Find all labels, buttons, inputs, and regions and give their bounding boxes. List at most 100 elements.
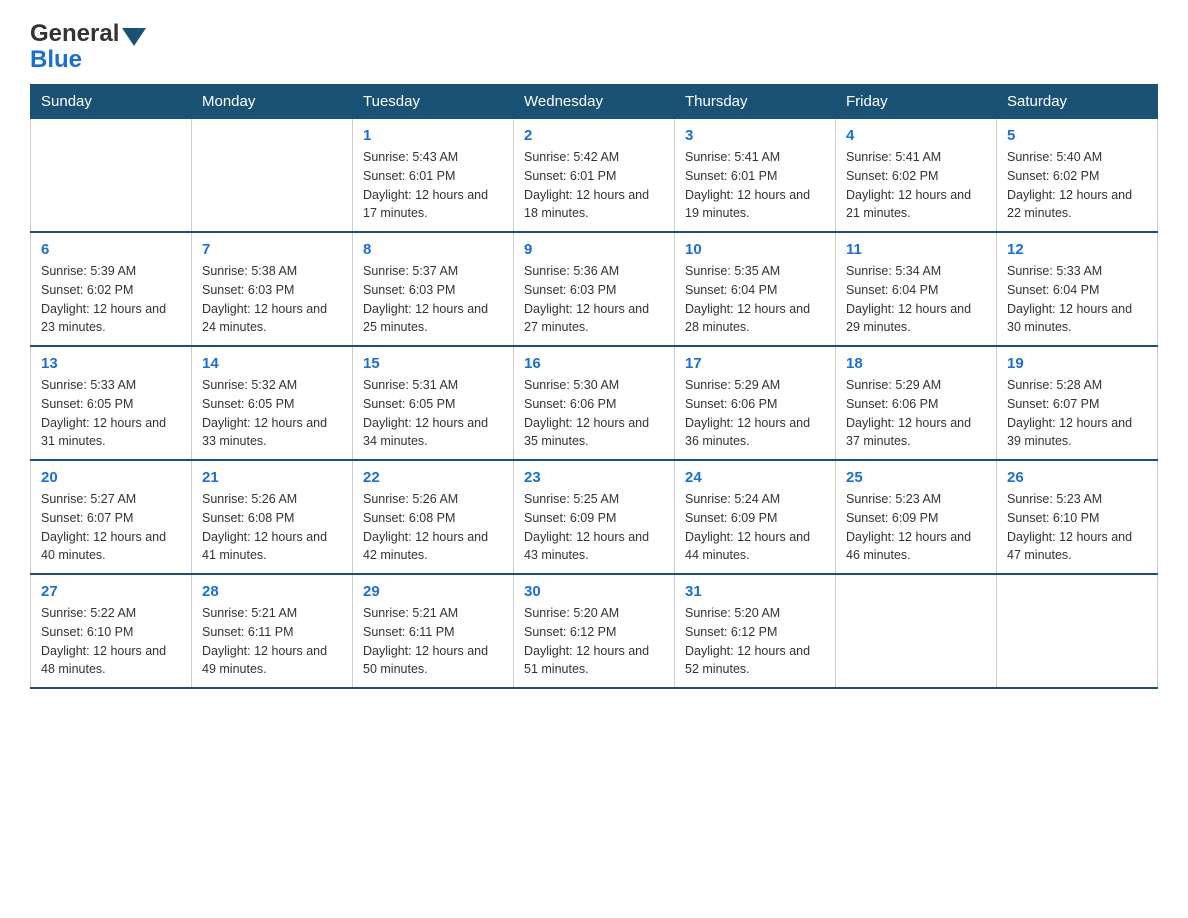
page-header: General Blue xyxy=(30,20,1158,74)
calendar-cell: 31 Sunrise: 5:20 AMSunset: 6:12 PMDayligh… xyxy=(675,574,836,688)
calendar-cell xyxy=(997,574,1158,688)
day-number: 3 xyxy=(685,127,825,144)
day-info: Sunrise: 5:20 AMSunset: 6:12 PMDaylight:… xyxy=(524,604,664,679)
day-info: Sunrise: 5:41 AMSunset: 6:01 PMDaylight:… xyxy=(685,148,825,223)
calendar-week-row: 6 Sunrise: 5:39 AMSunset: 6:02 PMDaylight… xyxy=(31,232,1158,346)
day-info: Sunrise: 5:25 AMSunset: 6:09 PMDaylight:… xyxy=(524,490,664,565)
day-number: 6 xyxy=(41,241,181,258)
calendar-cell: 30 Sunrise: 5:20 AMSunset: 6:12 PMDayligh… xyxy=(514,574,675,688)
calendar-cell: 23 Sunrise: 5:25 AMSunset: 6:09 PMDayligh… xyxy=(514,460,675,574)
logo-triangle-icon xyxy=(122,28,146,46)
calendar-cell: 2 Sunrise: 5:42 AMSunset: 6:01 PMDaylight… xyxy=(514,119,675,233)
calendar-cell: 13Sunrise: 5:33 AMSunset: 6:05 PMDayligh… xyxy=(31,346,192,460)
day-number: 25 xyxy=(846,469,986,486)
day-number: 7 xyxy=(202,241,342,258)
calendar-cell: 21Sunrise: 5:26 AMSunset: 6:08 PMDayligh… xyxy=(192,460,353,574)
day-info: Sunrise: 5:23 AMSunset: 6:10 PMDaylight:… xyxy=(1007,490,1147,565)
logo: General Blue xyxy=(30,20,149,74)
calendar-cell: 8 Sunrise: 5:37 AMSunset: 6:03 PMDaylight… xyxy=(353,232,514,346)
calendar-cell xyxy=(836,574,997,688)
day-info: Sunrise: 5:37 AMSunset: 6:03 PMDaylight:… xyxy=(363,262,503,337)
day-info: Sunrise: 5:26 AMSunset: 6:08 PMDaylight:… xyxy=(363,490,503,565)
day-number: 13 xyxy=(41,355,181,372)
calendar-table: SundayMondayTuesdayWednesdayThursdayFrid… xyxy=(30,84,1158,689)
calendar-cell: 22Sunrise: 5:26 AMSunset: 6:08 PMDayligh… xyxy=(353,460,514,574)
day-info: Sunrise: 5:29 AMSunset: 6:06 PMDaylight:… xyxy=(685,376,825,451)
calendar-week-row: 20Sunrise: 5:27 AMSunset: 6:07 PMDayligh… xyxy=(31,460,1158,574)
day-info: Sunrise: 5:28 AMSunset: 6:07 PMDaylight:… xyxy=(1007,376,1147,451)
day-number: 10 xyxy=(685,241,825,258)
calendar-cell: 12 Sunrise: 5:33 AMSunset: 6:04 PMDayligh… xyxy=(997,232,1158,346)
day-number: 2 xyxy=(524,127,664,144)
day-info: Sunrise: 5:20 AMSunset: 6:12 PMDaylight:… xyxy=(685,604,825,679)
calendar-cell: 14Sunrise: 5:32 AMSunset: 6:05 PMDayligh… xyxy=(192,346,353,460)
day-number: 18 xyxy=(846,355,986,372)
day-number: 14 xyxy=(202,355,342,372)
day-number: 5 xyxy=(1007,127,1147,144)
calendar-cell: 27 Sunrise: 5:22 AMSunset: 6:10 PMDayligh… xyxy=(31,574,192,688)
day-info: Sunrise: 5:38 AMSunset: 6:03 PMDaylight:… xyxy=(202,262,342,337)
day-info: Sunrise: 5:23 AMSunset: 6:09 PMDaylight:… xyxy=(846,490,986,565)
day-number: 29 xyxy=(363,583,503,600)
calendar-header-row: SundayMondayTuesdayWednesdayThursdayFrid… xyxy=(31,85,1158,119)
day-info: Sunrise: 5:29 AMSunset: 6:06 PMDaylight:… xyxy=(846,376,986,451)
day-number: 11 xyxy=(846,241,986,258)
day-number: 27 xyxy=(41,583,181,600)
day-number: 8 xyxy=(363,241,503,258)
day-info: Sunrise: 5:31 AMSunset: 6:05 PMDaylight:… xyxy=(363,376,503,451)
calendar-header-sunday: Sunday xyxy=(31,85,192,119)
day-number: 21 xyxy=(202,469,342,486)
day-info: Sunrise: 5:40 AMSunset: 6:02 PMDaylight:… xyxy=(1007,148,1147,223)
calendar-week-row: 13Sunrise: 5:33 AMSunset: 6:05 PMDayligh… xyxy=(31,346,1158,460)
calendar-cell: 7 Sunrise: 5:38 AMSunset: 6:03 PMDaylight… xyxy=(192,232,353,346)
calendar-week-row: 27 Sunrise: 5:22 AMSunset: 6:10 PMDayligh… xyxy=(31,574,1158,688)
calendar-header-friday: Friday xyxy=(836,85,997,119)
calendar-header-tuesday: Tuesday xyxy=(353,85,514,119)
day-info: Sunrise: 5:33 AMSunset: 6:04 PMDaylight:… xyxy=(1007,262,1147,337)
calendar-cell: 28 Sunrise: 5:21 AMSunset: 6:11 PMDayligh… xyxy=(192,574,353,688)
day-number: 4 xyxy=(846,127,986,144)
calendar-cell: 29 Sunrise: 5:21 AMSunset: 6:11 PMDayligh… xyxy=(353,574,514,688)
day-info: Sunrise: 5:35 AMSunset: 6:04 PMDaylight:… xyxy=(685,262,825,337)
day-number: 12 xyxy=(1007,241,1147,258)
calendar-cell: 1 Sunrise: 5:43 AMSunset: 6:01 PMDaylight… xyxy=(353,119,514,233)
day-number: 24 xyxy=(685,469,825,486)
day-info: Sunrise: 5:41 AMSunset: 6:02 PMDaylight:… xyxy=(846,148,986,223)
day-info: Sunrise: 5:21 AMSunset: 6:11 PMDaylight:… xyxy=(363,604,503,679)
calendar-header-saturday: Saturday xyxy=(997,85,1158,119)
calendar-cell: 20Sunrise: 5:27 AMSunset: 6:07 PMDayligh… xyxy=(31,460,192,574)
day-number: 9 xyxy=(524,241,664,258)
day-info: Sunrise: 5:30 AMSunset: 6:06 PMDaylight:… xyxy=(524,376,664,451)
calendar-cell: 11 Sunrise: 5:34 AMSunset: 6:04 PMDayligh… xyxy=(836,232,997,346)
day-info: Sunrise: 5:22 AMSunset: 6:10 PMDaylight:… xyxy=(41,604,181,679)
day-number: 15 xyxy=(363,355,503,372)
calendar-week-row: 1 Sunrise: 5:43 AMSunset: 6:01 PMDaylight… xyxy=(31,119,1158,233)
day-info: Sunrise: 5:34 AMSunset: 6:04 PMDaylight:… xyxy=(846,262,986,337)
day-info: Sunrise: 5:39 AMSunset: 6:02 PMDaylight:… xyxy=(41,262,181,337)
calendar-cell: 16 Sunrise: 5:30 AMSunset: 6:06 PMDayligh… xyxy=(514,346,675,460)
calendar-cell: 6 Sunrise: 5:39 AMSunset: 6:02 PMDaylight… xyxy=(31,232,192,346)
day-number: 1 xyxy=(363,127,503,144)
day-number: 28 xyxy=(202,583,342,600)
logo-general-text: General xyxy=(30,20,119,48)
calendar-header-thursday: Thursday xyxy=(675,85,836,119)
calendar-cell: 19 Sunrise: 5:28 AMSunset: 6:07 PMDayligh… xyxy=(997,346,1158,460)
day-number: 17 xyxy=(685,355,825,372)
day-number: 30 xyxy=(524,583,664,600)
day-info: Sunrise: 5:27 AMSunset: 6:07 PMDaylight:… xyxy=(41,490,181,565)
day-number: 31 xyxy=(685,583,825,600)
calendar-cell: 9Sunrise: 5:36 AMSunset: 6:03 PMDaylight… xyxy=(514,232,675,346)
day-number: 19 xyxy=(1007,355,1147,372)
calendar-cell: 5 Sunrise: 5:40 AMSunset: 6:02 PMDaylight… xyxy=(997,119,1158,233)
calendar-cell: 18 Sunrise: 5:29 AMSunset: 6:06 PMDayligh… xyxy=(836,346,997,460)
calendar-cell: 4 Sunrise: 5:41 AMSunset: 6:02 PMDaylight… xyxy=(836,119,997,233)
day-number: 16 xyxy=(524,355,664,372)
day-info: Sunrise: 5:43 AMSunset: 6:01 PMDaylight:… xyxy=(363,148,503,223)
day-number: 23 xyxy=(524,469,664,486)
day-info: Sunrise: 5:42 AMSunset: 6:01 PMDaylight:… xyxy=(524,148,664,223)
calendar-cell: 25 Sunrise: 5:23 AMSunset: 6:09 PMDayligh… xyxy=(836,460,997,574)
day-info: Sunrise: 5:21 AMSunset: 6:11 PMDaylight:… xyxy=(202,604,342,679)
calendar-header-wednesday: Wednesday xyxy=(514,85,675,119)
calendar-cell: 26Sunrise: 5:23 AMSunset: 6:10 PMDayligh… xyxy=(997,460,1158,574)
calendar-cell: 10 Sunrise: 5:35 AMSunset: 6:04 PMDayligh… xyxy=(675,232,836,346)
